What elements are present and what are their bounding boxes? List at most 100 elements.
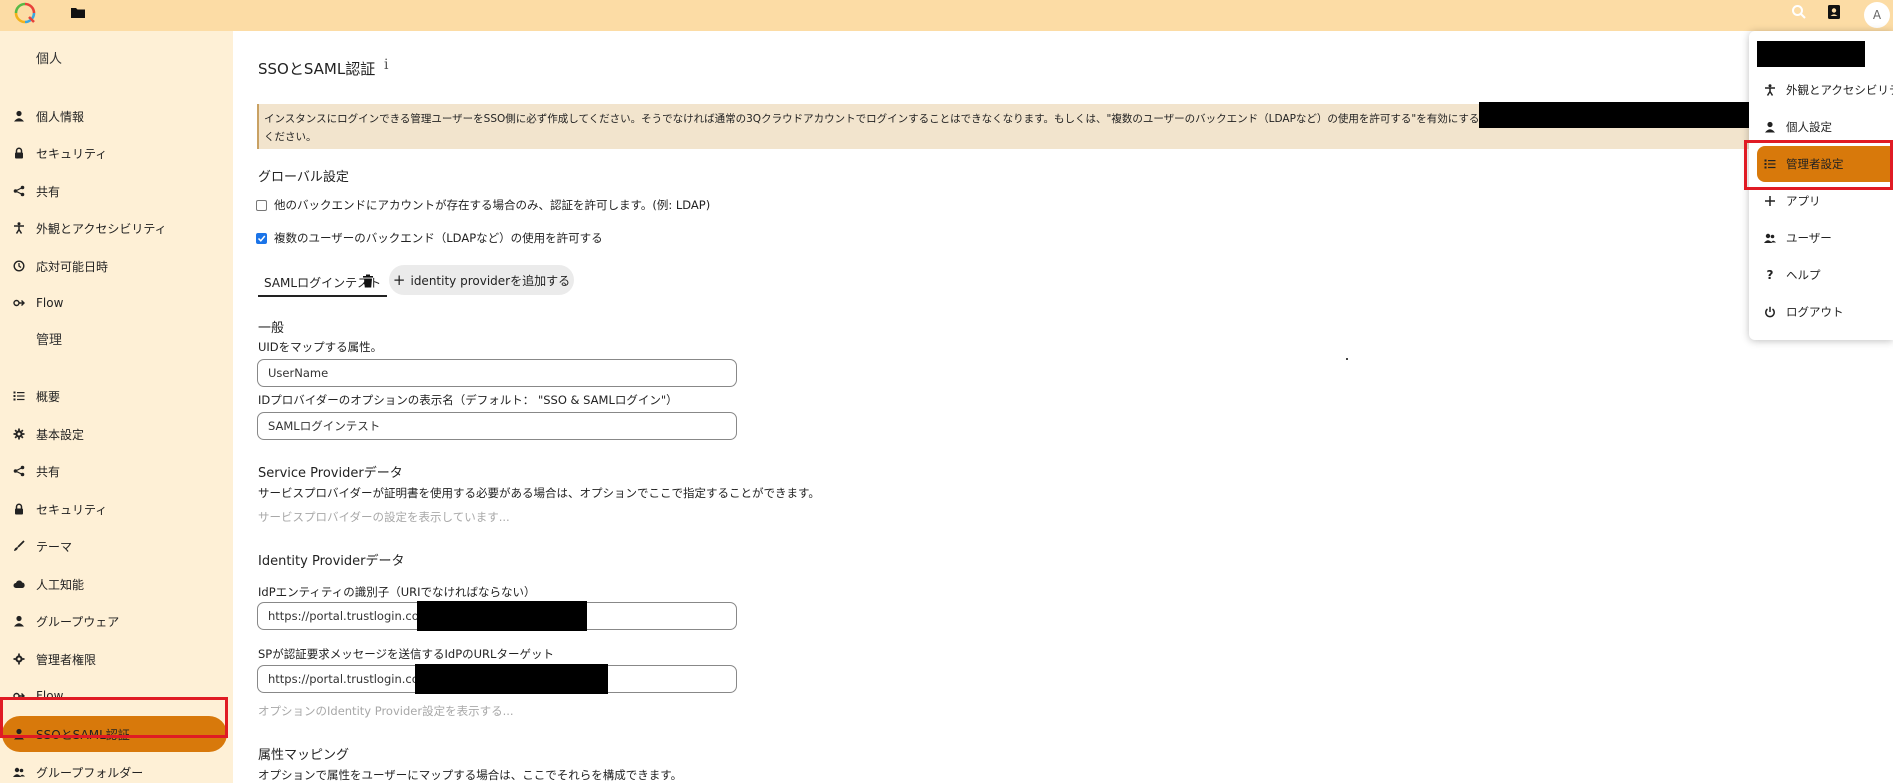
- sidebar-item-label: 共有: [36, 464, 61, 479]
- admin-gear-icon: [12, 652, 26, 666]
- page-title: SSOとSAML認証: [258, 60, 376, 78]
- multiple-backends-checkbox-row[interactable]: 複数のユーザーのバックエンド（LDAPなど）の使用を許可する: [256, 230, 603, 246]
- sidebar-item-label: 個人情報: [36, 109, 85, 124]
- sidebar-item-label: 共有: [36, 184, 61, 199]
- checkbox-checked[interactable]: [256, 232, 267, 244]
- menu-item-admin-settings[interactable]: 管理者設定: [1757, 146, 1893, 182]
- uid-attribute-input[interactable]: UserName: [257, 359, 737, 387]
- service-provider-heading: Service Providerデータ: [258, 466, 403, 481]
- trash-icon[interactable]: [362, 274, 376, 290]
- sidebar-item-sso-saml[interactable]: SSOとSAML認証: [2, 716, 227, 752]
- sidebar-item-label: Flow: [36, 296, 64, 310]
- menu-item-apps[interactable]: アプリ: [1757, 183, 1893, 219]
- menu-item-users[interactable]: ユーザー: [1757, 220, 1893, 256]
- sidebar-item-appearance[interactable]: 外観とアクセシビリティ: [2, 210, 227, 246]
- user-menu-popup: 外観とアクセシビリティ 個人設定 管理者設定 アプリ ユーザー ? ヘルプ ログ…: [1749, 31, 1893, 340]
- sidebar-item-theme[interactable]: テーマ: [2, 528, 227, 564]
- settings-sidebar: 個人 個人情報 セキュリティ 共有 外観とアクセシビリティ 応対可能日時 Flo…: [0, 31, 233, 783]
- menu-item-label: 外観とアクセシビリティ: [1786, 83, 1893, 97]
- app-logo[interactable]: [13, 1, 37, 25]
- identity-provider-heading: Identity Providerデータ: [258, 554, 405, 569]
- button-label: identity providerを追加する: [410, 273, 571, 288]
- sidebar-item-label: 外観とアクセシビリティ: [36, 221, 167, 236]
- gear-icon: [12, 427, 26, 441]
- redaction-block: [417, 601, 587, 631]
- menu-item-label: アプリ: [1786, 194, 1821, 208]
- menu-item-personal-settings[interactable]: 個人設定: [1757, 109, 1893, 145]
- sidebar-item-ai[interactable]: 人工知能: [2, 566, 227, 602]
- user-avatar[interactable]: A: [1864, 2, 1890, 28]
- menu-item-logout[interactable]: ログアウト: [1757, 294, 1893, 330]
- checkbox-label: 複数のユーザーのバックエンド（LDAPなど）の使用を許可する: [274, 231, 603, 245]
- flow-icon: [12, 689, 26, 703]
- sidebar-item-label: 基本設定: [36, 427, 85, 442]
- cloud-icon: [12, 577, 26, 591]
- info-icon[interactable]: i: [384, 57, 388, 73]
- general-heading: 一般: [258, 321, 285, 336]
- admin-section-caption: 管理: [36, 333, 63, 348]
- sidebar-item-admin-privileges[interactable]: 管理者権限: [2, 641, 227, 677]
- person-icon: [12, 727, 26, 741]
- redaction-block: [415, 664, 608, 694]
- sidebar-item-personal-sharing[interactable]: 共有: [2, 173, 227, 209]
- top-bar: A: [0, 0, 1893, 31]
- menu-item-appearance[interactable]: 外観とアクセシビリティ: [1757, 72, 1893, 108]
- service-provider-description: サービスプロバイダーが証明書を使用する必要がある場合は、オプションでここで指定す…: [258, 486, 820, 500]
- search-icon[interactable]: [1790, 3, 1810, 27]
- flow-icon: [12, 296, 26, 310]
- sidebar-item-group-folders[interactable]: グループフォルダー: [2, 754, 227, 783]
- sidebar-item-groupware[interactable]: グループウェア: [2, 603, 227, 639]
- person-icon: [12, 109, 26, 123]
- allow-other-backend-checkbox-row[interactable]: 他のバックエンドにアカウントが存在する場合のみ、認証を許可します。(例: LDA…: [256, 197, 710, 213]
- clock-icon: [12, 259, 26, 273]
- group-icon: [1764, 232, 1776, 244]
- share-icon: [12, 464, 26, 478]
- uid-attribute-label: UIDをマップする属性。: [258, 340, 383, 354]
- menu-item-label: ログアウト: [1786, 305, 1844, 319]
- personal-section-caption: 個人: [36, 52, 63, 67]
- person-icon: [1764, 121, 1776, 133]
- power-icon: [1764, 306, 1776, 318]
- files-folder-icon[interactable]: [70, 5, 86, 21]
- group-icon: [12, 765, 26, 779]
- list-icon: [1764, 158, 1776, 170]
- sidebar-item-label: テーマ: [36, 539, 73, 554]
- sidebar-item-label: グループウェア: [36, 614, 120, 629]
- checkbox[interactable]: [256, 199, 267, 211]
- idp-sso-url-label: SPが認証要求メッセージを送信するIdPのURLターゲット: [258, 647, 554, 661]
- show-sp-settings-link[interactable]: サービスプロバイダーの設定を表示しています...: [258, 509, 510, 525]
- sidebar-item-personal-info[interactable]: 個人情報: [2, 98, 227, 134]
- sidebar-item-admin-flow[interactable]: Flow: [2, 678, 227, 714]
- accessibility-icon: [12, 221, 26, 235]
- menu-item-label: 個人設定: [1786, 120, 1832, 134]
- sidebar-item-label: 応対可能日時: [36, 259, 109, 274]
- share-icon: [12, 184, 26, 198]
- sidebar-item-admin-sharing[interactable]: 共有: [2, 453, 227, 489]
- sidebar-item-personal-flow[interactable]: Flow: [2, 285, 227, 321]
- main-content: SSOとSAML認証 i インスタンスにログインできる管理ユーザーをSSO側に必…: [233, 31, 1893, 783]
- add-identity-provider-button[interactable]: + identity providerを追加する: [389, 265, 574, 295]
- attribute-mapping-description: オプションで属性をユーザーにマップする場合は、ここでそれらを構成できます。: [258, 768, 683, 782]
- show-idp-settings-link[interactable]: オプションのIdentity Provider設定を表示する...: [258, 703, 514, 719]
- sidebar-item-basic-settings[interactable]: 基本設定: [2, 416, 227, 452]
- sidebar-item-label: SSOとSAML認証: [36, 727, 130, 742]
- menu-item-help[interactable]: ? ヘルプ: [1757, 257, 1893, 293]
- sidebar-item-availability[interactable]: 応対可能日時: [2, 248, 227, 284]
- sidebar-item-label: Flow: [36, 689, 64, 703]
- sidebar-item-admin-security[interactable]: セキュリティ: [2, 491, 227, 527]
- display-name-input[interactable]: SAMLログインテスト: [257, 412, 737, 440]
- help-icon: ?: [1766, 268, 1774, 282]
- stray-dot: [1346, 358, 1348, 360]
- idp-entity-label: IdPエンティティの識別子（URIでなければならない）: [258, 585, 536, 599]
- menu-item-label: ユーザー: [1786, 231, 1832, 245]
- redaction-block: [1479, 102, 1769, 128]
- redacted-username: [1757, 41, 1865, 67]
- sidebar-item-overview[interactable]: 概要: [2, 378, 227, 414]
- checkbox-label: 他のバックエンドにアカウントが存在する場合のみ、認証を許可します。(例: LDA…: [274, 198, 711, 212]
- sidebar-item-label: グループフォルダー: [36, 765, 144, 780]
- sidebar-item-personal-security[interactable]: セキュリティ: [2, 135, 227, 171]
- lock-icon: [12, 146, 26, 160]
- list-icon: [12, 389, 26, 403]
- contacts-icon[interactable]: [1825, 3, 1847, 27]
- sidebar-item-label: セキュリティ: [36, 146, 108, 161]
